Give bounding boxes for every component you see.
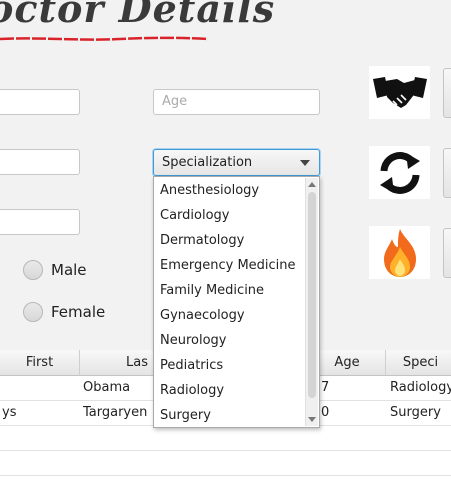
gender-male-label: Male <box>51 261 87 279</box>
specialization-dropdown[interactable]: Anesthesiology Cardiology Dermatology Em… <box>153 176 320 428</box>
last-name-field[interactable] <box>0 149 80 175</box>
specialization-select[interactable]: Specialization <box>153 149 320 176</box>
gender-male-radio[interactable] <box>23 260 43 280</box>
dropdown-option[interactable]: Radiology <box>154 378 319 403</box>
chevron-down-icon <box>300 160 310 166</box>
cell-age: 0 <box>321 405 330 420</box>
column-header-age[interactable]: Age <box>309 350 386 376</box>
dropdown-option[interactable]: Emergency Medicine <box>154 253 319 278</box>
title-underline <box>0 36 209 41</box>
fire-icon <box>383 228 416 277</box>
dropdown-option[interactable]: Cardiology <box>154 203 319 228</box>
update-button[interactable] <box>369 146 430 199</box>
delete-button[interactable] <box>369 226 430 279</box>
add-button[interactable] <box>369 66 430 119</box>
column-header-first[interactable]: First <box>0 350 80 376</box>
dropdown-option[interactable]: Neurology <box>154 328 319 353</box>
column-header-specialization[interactable]: Speci <box>386 350 451 376</box>
cell-age: 7 <box>321 380 330 395</box>
specialization-selected: Specialization <box>162 155 253 170</box>
table-row[interactable] <box>0 426 451 451</box>
cell-last: Targaryen <box>83 405 148 420</box>
gender-female-radio[interactable] <box>23 302 43 322</box>
cell-first: ys <box>2 405 17 420</box>
dropdown-option[interactable]: Family Medicine <box>154 278 319 303</box>
scroll-up-icon[interactable] <box>308 182 316 187</box>
dropdown-option[interactable]: Pediatrics <box>154 353 319 378</box>
add-side-button[interactable] <box>443 68 451 118</box>
phone-field[interactable] <box>0 209 80 235</box>
dropdown-option[interactable]: Surgery <box>154 403 319 428</box>
dropdown-scrollbar[interactable] <box>305 178 318 426</box>
scroll-thumb[interactable] <box>308 192 316 398</box>
dropdown-option[interactable]: Gynaecology <box>154 303 319 328</box>
refresh-icon <box>379 151 420 194</box>
age-field[interactable]: Age <box>153 89 320 115</box>
dropdown-option[interactable]: Dermatology <box>154 228 319 253</box>
table-row[interactable] <box>0 451 451 476</box>
scroll-down-icon[interactable] <box>308 417 316 422</box>
cell-specialization: Surgery <box>390 405 441 420</box>
first-name-field[interactable] <box>0 89 80 115</box>
cell-specialization: Radiology <box>390 380 451 395</box>
page-title: octor Details <box>0 0 276 31</box>
delete-side-button[interactable] <box>443 228 451 278</box>
update-side-button[interactable] <box>443 148 451 198</box>
dropdown-option[interactable]: Anesthesiology <box>154 178 319 203</box>
gender-female-label: Female <box>51 303 106 321</box>
cell-last: Obama <box>83 380 131 395</box>
age-placeholder: Age <box>162 94 188 109</box>
handshake-icon <box>372 76 427 108</box>
